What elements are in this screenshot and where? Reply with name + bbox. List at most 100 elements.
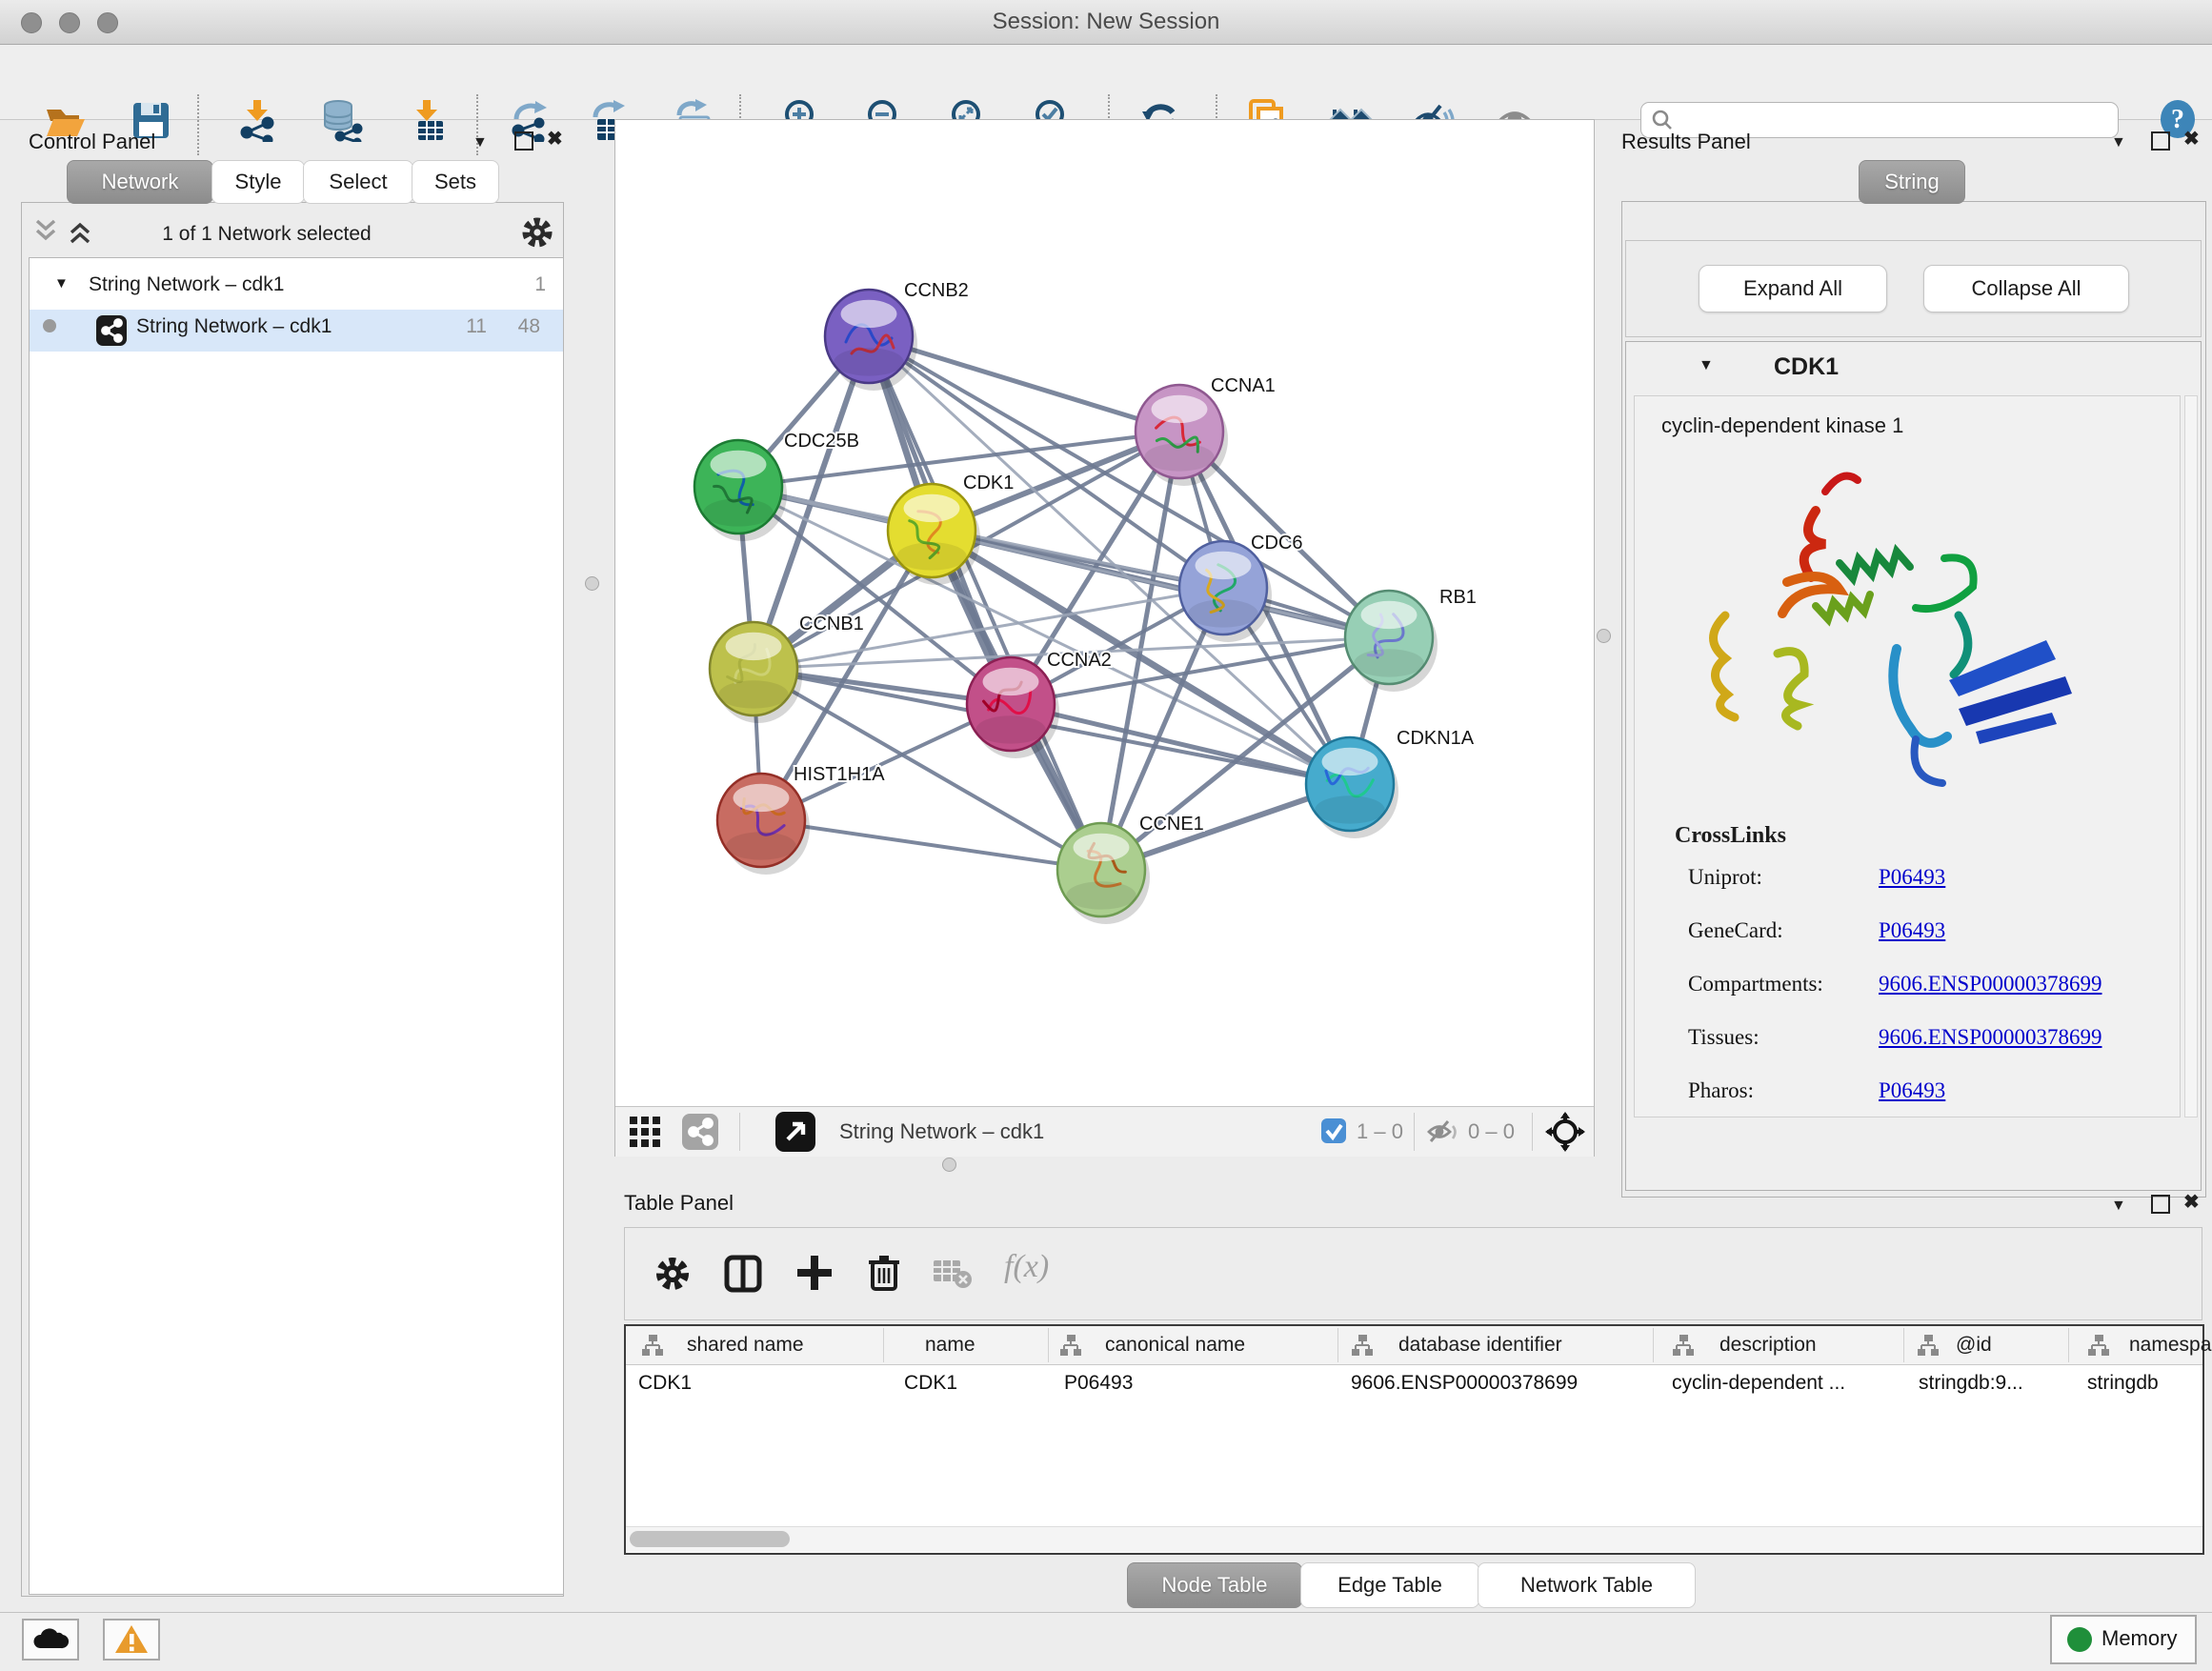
results-panel-close-icon[interactable]: ✖ <box>2183 130 2200 149</box>
grid-view-icon[interactable] <box>629 1116 661 1153</box>
results-panel-float-icon[interactable] <box>2151 131 2170 151</box>
column-divider[interactable] <box>1048 1328 1049 1362</box>
delete-table-icon[interactable] <box>932 1257 974 1296</box>
network-canvas[interactable]: CCNB2CCNA1CDC25BCDK1CDC6RB1CCNB1CCNA2CDK… <box>615 128 1592 1104</box>
crosslink-label: Compartments: <box>1688 972 1823 997</box>
column-divider[interactable] <box>883 1328 884 1362</box>
right-splitter-handle[interactable] <box>1597 629 1611 643</box>
table-cell[interactable]: CDK1 <box>638 1372 692 1395</box>
network-selected-status: 1 of 1 Network selected <box>114 223 419 246</box>
control-panel-menu-icon[interactable]: ▼ <box>473 133 488 152</box>
collection-expand-icon[interactable]: ▼ <box>54 275 69 292</box>
crosslink-label: GeneCard: <box>1688 918 1783 943</box>
show-columns-icon[interactable] <box>724 1255 762 1298</box>
birdseye-view-icon[interactable] <box>1545 1112 1585 1157</box>
crosslink-tissues-link[interactable]: 9606.ENSP00000378699 <box>1879 1025 2102 1050</box>
left-splitter-handle[interactable] <box>585 576 599 591</box>
table-cell[interactable]: 9606.ENSP00000378699 <box>1351 1372 1578 1395</box>
tab-node-table[interactable]: Node Table <box>1127 1562 1302 1608</box>
results-scrollbar[interactable] <box>2184 395 2198 1117</box>
expand-all-icon[interactable] <box>67 217 93 251</box>
node-label-CDKN1A: CDKN1A <box>1397 728 1475 749</box>
open-in-window-icon[interactable] <box>775 1112 815 1157</box>
cloud-button[interactable] <box>22 1619 79 1661</box>
network-node-CCNA1[interactable] <box>1136 385 1228 486</box>
function-builder-icon[interactable]: f(x) <box>1004 1249 1049 1285</box>
network-node-CCNE1[interactable] <box>1057 823 1150 924</box>
hidden-eye-icon[interactable] <box>1427 1117 1459 1151</box>
import-network-file-icon[interactable] <box>235 98 279 142</box>
tab-string[interactable]: String <box>1859 160 1965 204</box>
column-divider[interactable] <box>2068 1328 2069 1362</box>
selected-count: 1 – 0 <box>1357 1119 1403 1144</box>
network-node-CDK1[interactable] <box>888 484 980 585</box>
memory-button[interactable]: Memory <box>2050 1615 2197 1664</box>
crosslink-label: Uniprot: <box>1688 865 1762 890</box>
network-node-CDC25B[interactable] <box>694 440 787 541</box>
network-node-CCNB2[interactable] <box>825 290 917 391</box>
table-cell[interactable]: cyclin-dependent ... <box>1672 1372 1845 1395</box>
network-row-label: String Network – cdk1 <box>136 315 332 338</box>
results-panel-menu-icon[interactable]: ▼ <box>2111 133 2126 152</box>
delete-column-icon[interactable] <box>865 1253 903 1298</box>
network-node-CDKN1A[interactable] <box>1306 737 1398 838</box>
control-panel-close-icon[interactable]: ✖ <box>547 130 563 149</box>
warning-button[interactable] <box>103 1619 160 1661</box>
column-divider[interactable] <box>1337 1328 1338 1362</box>
import-network-database-icon[interactable] <box>319 98 363 142</box>
network-share-icon[interactable] <box>682 1114 718 1155</box>
result-node-description: cyclin-dependent kinase 1 <box>1661 413 1903 438</box>
table-gear-icon[interactable] <box>654 1255 692 1298</box>
tab-style[interactable]: Style <box>211 160 305 204</box>
results-node-header[interactable]: ▼ CDK1 <box>1626 342 2201 395</box>
svg-text:?: ? <box>2171 105 2184 134</box>
scrollbar-thumb[interactable] <box>630 1531 790 1547</box>
network-collection-row[interactable]: ▼ String Network – cdk1 1 <box>30 268 563 310</box>
table-cell[interactable]: P06493 <box>1064 1372 1133 1395</box>
network-node-CCNA2[interactable] <box>967 657 1059 758</box>
table-cell[interactable]: stringdb <box>2087 1372 2159 1395</box>
search-icon <box>1651 109 1674 131</box>
collection-label: String Network – cdk1 <box>89 273 284 296</box>
network-node-CDC6[interactable] <box>1179 541 1272 642</box>
tab-sets[interactable]: Sets <box>412 160 499 204</box>
expand-all-button[interactable]: Expand All <box>1699 265 1887 312</box>
collapse-all-icon[interactable] <box>32 217 59 251</box>
section-collapse-icon[interactable]: ▼ <box>1699 357 1714 374</box>
network-edge-CCNB2-CCNE1[interactable] <box>869 336 1101 870</box>
table-cell[interactable]: stringdb:9... <box>1919 1372 2023 1395</box>
network-node-HIST1H1A[interactable] <box>717 774 810 875</box>
horizontal-splitter-handle[interactable] <box>942 1158 956 1172</box>
collapse-all-button[interactable]: Collapse All <box>1923 265 2129 312</box>
selected-checkbox-icon[interactable] <box>1320 1117 1347 1149</box>
network-view-toolbar: String Network – cdk1 1 – 0 0 – 0 <box>615 1106 1594 1157</box>
tab-edge-table[interactable]: Edge Table <box>1300 1562 1479 1608</box>
table-panel-menu-icon[interactable]: ▼ <box>2111 1197 2126 1216</box>
tab-select[interactable]: Select <box>303 160 413 204</box>
network-row-selected[interactable]: String Network – cdk1 11 48 <box>30 310 563 352</box>
import-table-icon[interactable] <box>405 98 449 142</box>
collection-count: 1 <box>534 273 546 296</box>
network-edge-CCNE1-HIST1H1A[interactable] <box>761 820 1101 870</box>
table-panel-float-icon[interactable] <box>2151 1195 2170 1214</box>
control-panel-gear-icon[interactable] <box>520 215 554 254</box>
table-horizontal-scrollbar[interactable] <box>626 1526 2202 1552</box>
hidden-count: 0 – 0 <box>1468 1119 1515 1144</box>
results-node-section: ▼ CDK1 cyclin-dependent kinase 1 <box>1625 341 2202 1191</box>
table-cell[interactable]: CDK1 <box>904 1372 957 1395</box>
tab-network-table[interactable]: Network Table <box>1478 1562 1696 1608</box>
crosslink-pharos-link[interactable]: P06493 <box>1879 1078 1945 1103</box>
network-node-RB1[interactable] <box>1345 591 1438 692</box>
add-column-icon[interactable] <box>794 1253 835 1298</box>
tab-network[interactable]: Network <box>67 160 213 204</box>
crosslink-uniprot-link[interactable]: P06493 <box>1879 865 1945 890</box>
network-edge-CCNA2-CDKN1A[interactable] <box>1011 704 1350 784</box>
column-namespace-icon <box>2087 1334 2112 1359</box>
crosslink-genecard-link[interactable]: P06493 <box>1879 918 1945 943</box>
table-panel-close-icon[interactable]: ✖ <box>2183 1193 2200 1212</box>
results-panel-title: Results Panel <box>1621 130 1751 154</box>
column-divider[interactable] <box>1903 1328 1904 1362</box>
control-panel-float-icon[interactable] <box>514 131 533 151</box>
crosslink-compartments-link[interactable]: 9606.ENSP00000378699 <box>1879 972 2102 997</box>
column-divider[interactable] <box>1653 1328 1654 1362</box>
